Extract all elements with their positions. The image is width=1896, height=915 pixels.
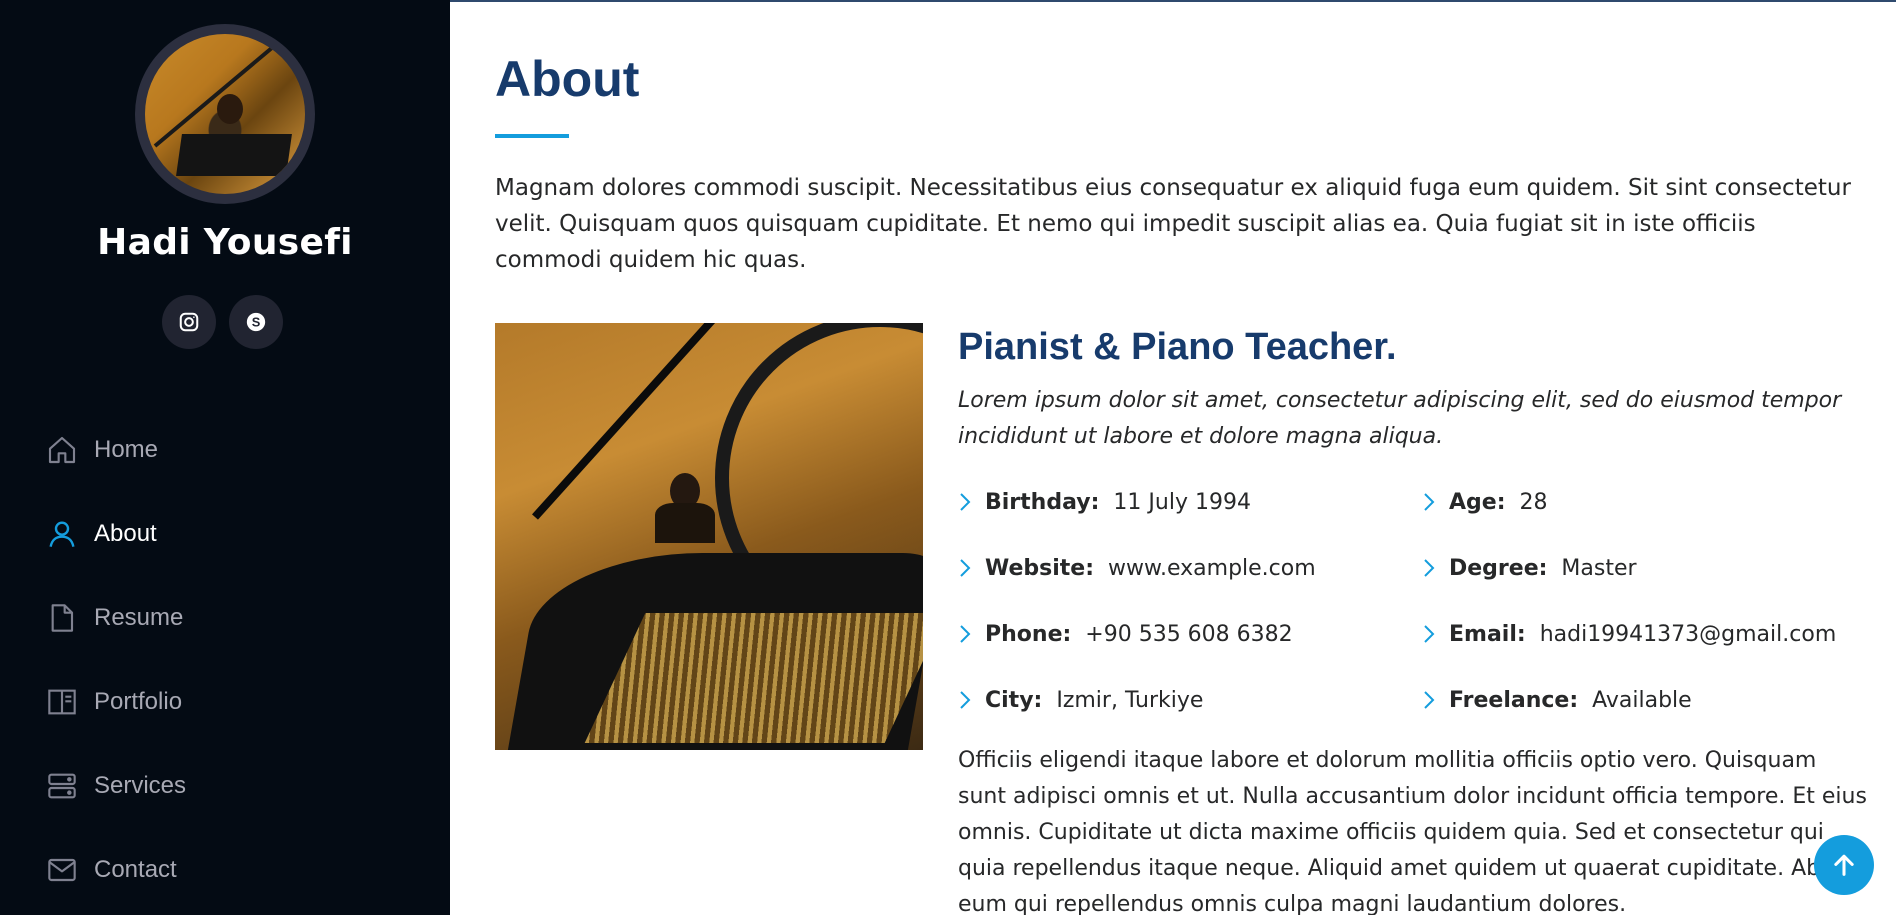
- role-tagline: Lorem ipsum dolor sit amet, consectetur …: [958, 388, 1842, 449]
- instagram-icon: [179, 312, 199, 332]
- section-title: About: [495, 51, 640, 107]
- chevron-right-icon: [1424, 559, 1435, 577]
- fact-freelance: Freelance: Available: [1422, 667, 1862, 733]
- skype-icon: S: [246, 312, 266, 332]
- fact-label: Website:: [985, 555, 1095, 581]
- about-intro: Magnam dolores commodi suscipit. Necessi…: [495, 175, 1851, 273]
- main-nav: Home About Resume Portfolio Services Con…: [46, 408, 426, 912]
- person-icon: [49, 521, 75, 547]
- fact-email: Email: hadi19941373@gmail.com: [1422, 601, 1862, 667]
- nav-item-about[interactable]: About: [46, 492, 426, 576]
- fact-birthday: Birthday: 11 July 1994: [958, 469, 1422, 535]
- chevron-right-icon: [1424, 625, 1435, 643]
- avatar: [135, 24, 315, 204]
- chevron-right-icon: [960, 559, 971, 577]
- fact-label: Freelance:: [1449, 687, 1579, 713]
- fact-label: Birthday:: [985, 489, 1100, 515]
- fact-age: Age: 28: [1422, 469, 1862, 535]
- nav-label-portfolio: Portfolio: [94, 688, 183, 715]
- profile-name[interactable]: Hadi Yousefi: [0, 222, 450, 263]
- nav-item-home[interactable]: Home: [46, 408, 426, 492]
- social-links: S: [162, 295, 283, 349]
- svg-text:S: S: [252, 315, 261, 330]
- back-to-top-button[interactable]: [1814, 835, 1874, 895]
- nav-item-portfolio[interactable]: Portfolio: [46, 660, 426, 744]
- envelope-icon: [48, 858, 76, 882]
- fact-website: Website: www.example.com: [958, 535, 1422, 601]
- fact-label: Age:: [1449, 489, 1506, 515]
- about-outro: Officiis eligendi itaque labore et dolor…: [958, 748, 1867, 915]
- nav-item-contact[interactable]: Contact: [46, 828, 426, 912]
- website-link[interactable]: www.example.com: [1108, 556, 1316, 581]
- top-border: [450, 0, 1896, 2]
- fact-label: Degree:: [1449, 555, 1548, 581]
- nav-label-home: Home: [94, 436, 159, 463]
- file-icon: [51, 604, 74, 632]
- fact-label: Phone:: [985, 621, 1072, 647]
- about-details: Pianist & Piano Teacher. Lorem ipsum dol…: [958, 323, 1868, 915]
- fact-value: 28: [1519, 489, 1548, 515]
- chevron-right-icon: [960, 691, 971, 709]
- profile-photo: [145, 34, 305, 194]
- server-icon: [48, 773, 76, 799]
- fact-value: Izmir, Turkiye: [1056, 687, 1204, 713]
- nav-label-services: Services: [94, 772, 187, 799]
- fact-value: +90 535 608 6382: [1085, 621, 1293, 647]
- about-photo: [495, 323, 923, 750]
- fact-label: Email:: [1449, 621, 1526, 647]
- nav-label-contact: Contact: [94, 856, 177, 883]
- fact-value: Available: [1592, 687, 1692, 713]
- fact-value: Master: [1561, 555, 1637, 581]
- nav-label-resume: Resume: [94, 604, 184, 631]
- sidebar: Hadi Yousefi S Home About Resume Portfol…: [0, 0, 450, 915]
- role-title: Pianist & Piano Teacher.: [958, 326, 1397, 368]
- facts-list: Birthday: 11 July 1994 Age: 28 Website: …: [958, 469, 1868, 733]
- chevron-right-icon: [960, 625, 971, 643]
- chevron-right-icon: [960, 493, 971, 511]
- arrow-up-icon: [1834, 854, 1854, 876]
- fact-label: City:: [985, 687, 1043, 713]
- fact-value: 11 July 1994: [1113, 489, 1251, 515]
- instagram-link[interactable]: [162, 295, 216, 349]
- chevron-right-icon: [1424, 691, 1435, 709]
- portfolio-icon: [48, 689, 76, 715]
- fact-city: City: Izmir, Turkiye: [958, 667, 1422, 733]
- fact-value: hadi19941373@gmail.com: [1539, 621, 1837, 647]
- fact-phone: Phone: +90 535 608 6382: [958, 601, 1422, 667]
- nav-label-about: About: [94, 520, 157, 547]
- chevron-right-icon: [1424, 493, 1435, 511]
- skype-link[interactable]: S: [229, 295, 283, 349]
- fact-degree: Degree: Master: [1422, 535, 1862, 601]
- title-underline: [495, 134, 569, 138]
- nav-item-resume[interactable]: Resume: [46, 576, 426, 660]
- house-icon: [48, 436, 76, 464]
- nav-item-services[interactable]: Services: [46, 744, 426, 828]
